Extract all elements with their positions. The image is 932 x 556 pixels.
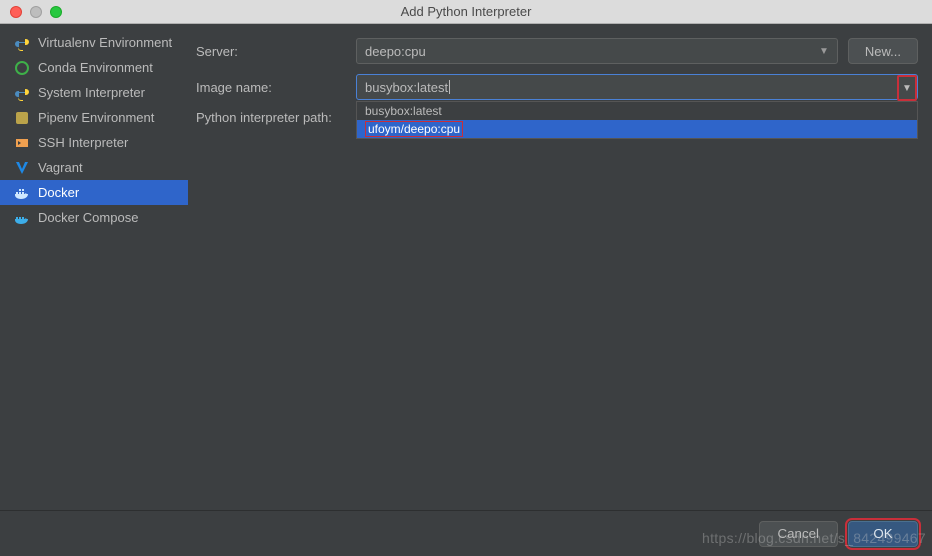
chevron-down-icon: ▼: [902, 83, 912, 94]
image-dropdown-list: busybox:latest ufoym/deepo:cpu: [356, 101, 918, 139]
sidebar-item-label: Conda Environment: [38, 60, 153, 75]
server-label: Server:: [196, 44, 356, 59]
dropdown-option[interactable]: busybox:latest: [357, 102, 917, 120]
sidebar-item-conda[interactable]: Conda Environment: [0, 55, 188, 80]
sidebar-item-label: Virtualenv Environment: [38, 35, 172, 50]
ok-button[interactable]: OK: [848, 521, 918, 547]
sidebar-item-docker[interactable]: Docker: [0, 180, 188, 205]
vagrant-icon: [14, 160, 30, 176]
sidebar-item-docker-compose[interactable]: Docker Compose: [0, 205, 188, 230]
sidebar-item-label: Docker: [38, 185, 79, 200]
sidebar-item-virtualenv[interactable]: Virtualenv Environment: [0, 30, 188, 55]
interpreter-type-sidebar: Virtualenv Environment Conda Environment…: [0, 24, 188, 508]
dropdown-option-highlighted[interactable]: ufoym/deepo:cpu: [357, 120, 917, 138]
docker-icon: [14, 185, 30, 201]
sidebar-item-label: Pipenv Environment: [38, 110, 154, 125]
server-row: Server: deepo:cpu ▼ New...: [196, 38, 918, 64]
image-label: Image name:: [196, 80, 356, 95]
image-dropdown-toggle[interactable]: ▼: [897, 75, 917, 101]
python-icon: [14, 85, 30, 101]
python-icon: [14, 35, 30, 51]
new-server-button[interactable]: New...: [848, 38, 918, 64]
image-name-value: busybox:latest: [365, 80, 448, 95]
dialog-footer: Cancel OK: [0, 510, 932, 556]
dropdown-option-label: ufoym/deepo:cpu: [365, 121, 463, 137]
titlebar: Add Python Interpreter: [0, 0, 932, 24]
sidebar-item-label: Vagrant: [38, 160, 83, 175]
text-cursor: [449, 80, 450, 94]
sidebar-item-pipenv[interactable]: Pipenv Environment: [0, 105, 188, 130]
server-dropdown[interactable]: deepo:cpu ▼: [356, 38, 838, 64]
conda-icon: [14, 60, 30, 76]
docker-compose-icon: [14, 210, 30, 226]
interpreter-path-label: Python interpreter path:: [196, 110, 356, 125]
sidebar-item-label: Docker Compose: [38, 210, 138, 225]
image-name-input[interactable]: busybox:latest ▼: [356, 74, 918, 100]
chevron-down-icon: ▼: [819, 46, 829, 57]
docker-config-form: Server: deepo:cpu ▼ New... Image name: b…: [188, 24, 932, 508]
cancel-button[interactable]: Cancel: [759, 521, 839, 547]
image-row: Image name: busybox:latest ▼ busybox:lat…: [196, 74, 918, 100]
sidebar-item-label: System Interpreter: [38, 85, 145, 100]
sidebar-item-label: SSH Interpreter: [38, 135, 128, 150]
dialog-content: Virtualenv Environment Conda Environment…: [0, 24, 932, 508]
ssh-icon: [14, 135, 30, 151]
sidebar-item-system[interactable]: System Interpreter: [0, 80, 188, 105]
window-title: Add Python Interpreter: [0, 4, 932, 19]
pipenv-icon: [14, 110, 30, 126]
sidebar-item-ssh[interactable]: SSH Interpreter: [0, 130, 188, 155]
sidebar-item-vagrant[interactable]: Vagrant: [0, 155, 188, 180]
server-value: deepo:cpu: [365, 44, 426, 59]
